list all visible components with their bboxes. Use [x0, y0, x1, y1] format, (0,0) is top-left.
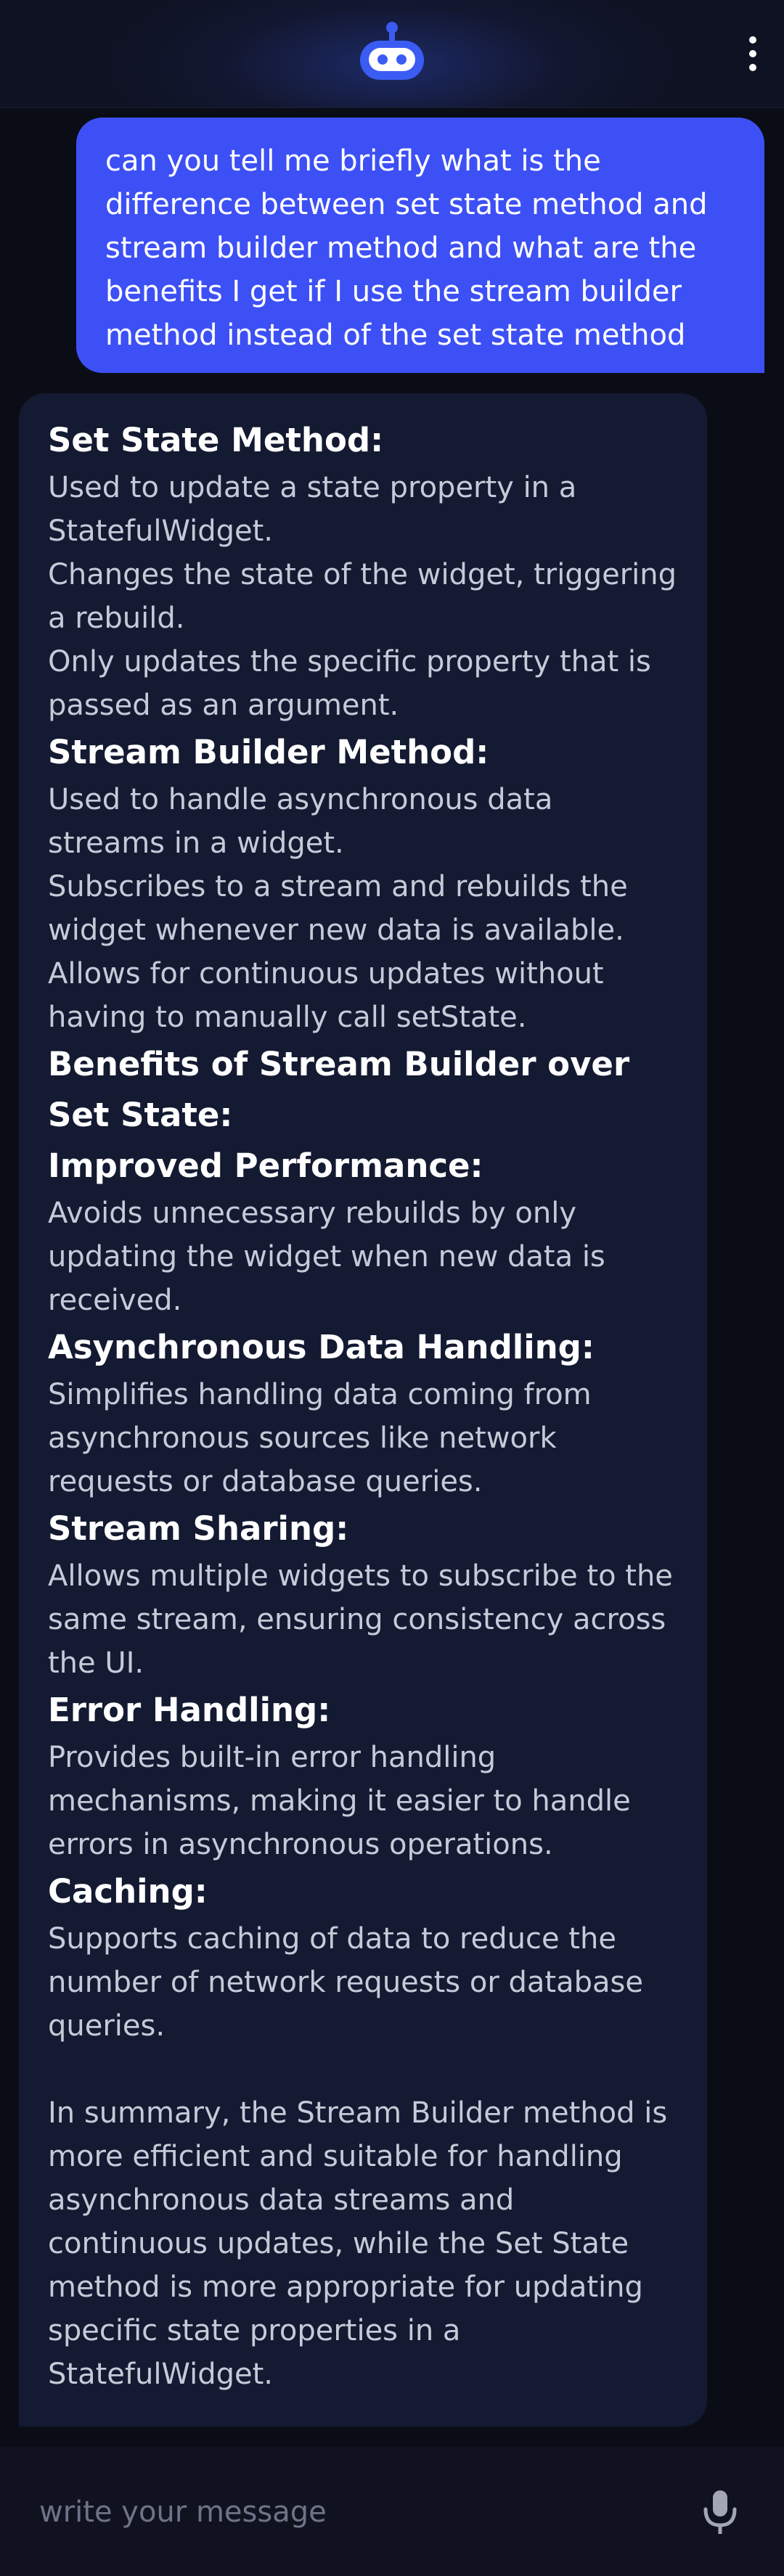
benefit-text: Avoids unnecessary rebuilds by only upda… — [48, 1197, 605, 1317]
benefit-title: Error Handling: — [48, 1691, 331, 1729]
app-bar — [0, 0, 784, 108]
benefit-text: Supports caching of data to reduce the n… — [48, 1922, 643, 2043]
microphone-icon[interactable] — [700, 2487, 740, 2538]
user-message-bubble: can you tell me briefly what is the diff… — [76, 118, 764, 373]
section-heading: Set State Method: — [48, 421, 384, 459]
list-item: Subscribes to a stream and rebuilds the … — [48, 870, 628, 947]
robot-icon — [360, 22, 424, 80]
message-composer — [0, 2447, 784, 2576]
list-item: Changes the state of the widget, trigger… — [48, 558, 677, 635]
benefit-title: Caching: — [48, 1872, 208, 1911]
section-heading: Stream Builder Method: — [48, 733, 489, 771]
more-vert-icon — [749, 36, 756, 44]
summary-text: In summary, the Stream Builder method is… — [48, 2096, 668, 2391]
benefit-title: Asynchronous Data Handling: — [48, 1328, 595, 1366]
list-item: Allows for continuous updates without ha… — [48, 957, 604, 1034]
benefit-title: Stream Sharing: — [48, 1509, 349, 1548]
list-item: Used to update a state property in a Sta… — [48, 471, 577, 548]
benefit-title: Improved Performance: — [48, 1147, 483, 1185]
more-vert-icon-dot — [749, 50, 756, 57]
benefit-text: Provides built-in error handling mechani… — [48, 1741, 631, 1861]
bot-message-bubble: Set State Method: Used to update a state… — [19, 393, 707, 2427]
benefit-text: Simplifies handling data coming from asy… — [48, 1378, 592, 1498]
more-options-button[interactable] — [740, 32, 765, 75]
list-item: Used to handle asynchronous data streams… — [48, 783, 553, 860]
benefit-text: Allows multiple widgets to subscribe to … — [48, 1559, 673, 1680]
section-heading: Benefits of Stream Builder over Set Stat… — [48, 1045, 630, 1134]
list-item: Only updates the specific property that … — [48, 645, 651, 722]
more-vert-icon-dot — [749, 64, 756, 71]
message-input[interactable] — [39, 2483, 663, 2541]
